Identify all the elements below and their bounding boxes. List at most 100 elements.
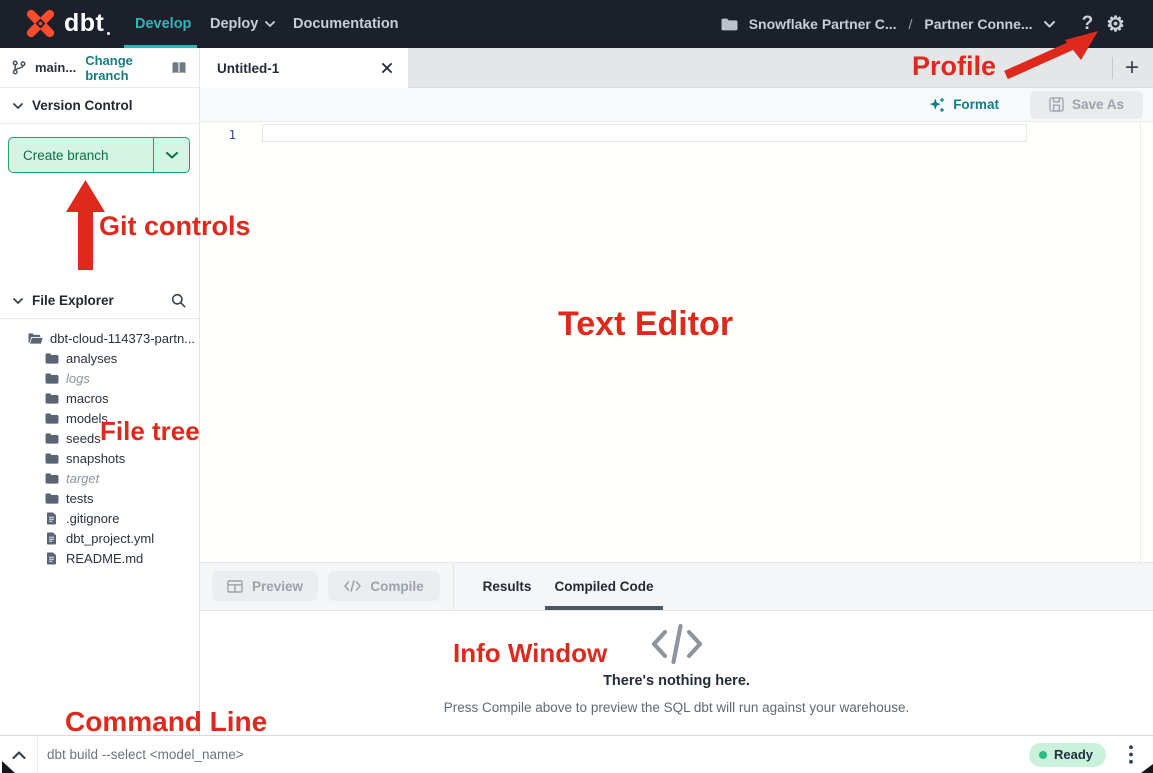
preview-label: Preview [252, 579, 303, 594]
tree-item-analyses[interactable]: analyses [0, 348, 198, 368]
tree-item-label: tests [66, 491, 93, 506]
help-icon[interactable]: ? [1082, 13, 1094, 35]
dbt-cloud-ide: dbt Develop Deploy Documentation Snowfla… [0, 0, 1153, 773]
floppy-icon [1049, 97, 1064, 112]
dbt-logo-icon [24, 7, 57, 40]
version-control-title: Version Control [32, 98, 133, 113]
table-icon [227, 580, 243, 593]
nav-right-group: Snowflake Partner C... / Partner Conne..… [721, 0, 1125, 48]
tab-title: Untitled-1 [217, 61, 279, 76]
active-line-highlight[interactable] [262, 124, 1027, 142]
current-branch-label: main... [35, 60, 76, 75]
folder-icon [721, 18, 738, 31]
results-panel-header: Preview Compile Results Compiled Code [200, 562, 1153, 611]
tree-item-logs[interactable]: logs [0, 368, 198, 388]
dbt-logo-trademark-dot [107, 32, 110, 35]
save-as-button[interactable]: Save As [1030, 91, 1143, 119]
tree-item-label: target [66, 471, 99, 486]
info-window: There's nothing here. Press Compile abov… [200, 611, 1153, 735]
chevron-down-icon [13, 298, 23, 304]
tree-item-dbt-cloud-114373-partn[interactable]: dbt-cloud-114373-partn... [0, 328, 198, 348]
command-line-bar: Ready [0, 735, 1153, 773]
nav-tab-documentation[interactable]: Documentation [293, 0, 399, 48]
tree-item-label: models [66, 411, 108, 426]
git-branch-icon [12, 60, 26, 75]
tab-compiled-code[interactable]: Compiled Code [545, 563, 663, 610]
file-icon [44, 552, 59, 565]
tab-results[interactable]: Results [473, 563, 541, 610]
breadcrumb-separator: / [908, 16, 914, 32]
tree-item-label: analyses [66, 351, 117, 366]
empty-state-subtitle: Press Compile above to preview the SQL d… [200, 700, 1153, 715]
folder-icon [44, 473, 59, 484]
editor-tab-bar: Untitled-1 + [200, 48, 1153, 88]
compile-label: Compile [370, 579, 423, 594]
folder-open-icon [28, 333, 43, 344]
code-icon [344, 580, 361, 592]
chevron-down-icon [13, 103, 23, 109]
tree-item-macros[interactable]: macros [0, 388, 198, 408]
command-input[interactable] [38, 736, 1029, 773]
format-button[interactable]: Format [929, 97, 999, 113]
tree-item-target[interactable]: target [0, 468, 198, 488]
breadcrumb-project[interactable]: Partner Conne... [924, 16, 1032, 32]
tree-item-dbt-project-yml[interactable]: dbt_project.yml [0, 528, 198, 548]
tree-item-snapshots[interactable]: snapshots [0, 448, 198, 468]
compile-button[interactable]: Compile [328, 571, 440, 601]
book-icon[interactable] [171, 61, 187, 75]
tree-item-label: dbt_project.yml [66, 531, 154, 546]
version-control-header[interactable]: Version Control [0, 88, 199, 124]
file-tree: dbt-cloud-114373-partn... analyses logs mac… [0, 328, 198, 568]
create-branch-button[interactable]: Create branch [8, 137, 190, 173]
nav-menu-deploy[interactable]: Deploy [210, 0, 275, 48]
tab-untitled-1[interactable]: Untitled-1 [200, 48, 408, 88]
dbt-logo-text: dbt [64, 9, 104, 38]
line-number: 1 [222, 127, 236, 142]
search-icon[interactable] [171, 293, 186, 308]
change-branch-link[interactable]: Change branch [85, 53, 162, 83]
code-icon [651, 623, 703, 670]
branch-row: main... Change branch [0, 48, 199, 88]
folder-icon [44, 373, 59, 384]
tabbar-divider [1112, 57, 1113, 79]
folder-icon [44, 453, 59, 464]
chevron-up-icon[interactable] [0, 736, 37, 773]
preview-button[interactable]: Preview [212, 571, 318, 601]
create-branch-label[interactable]: Create branch [9, 138, 153, 172]
tree-item-readme-md[interactable]: README.md [0, 548, 198, 568]
folder-icon [44, 493, 59, 504]
top-nav: dbt Develop Deploy Documentation Snowfla… [0, 0, 1153, 48]
save-as-label: Save As [1072, 97, 1124, 112]
folder-icon [44, 393, 59, 404]
panel-divider [453, 563, 454, 610]
sparkle-icon [929, 97, 945, 113]
tree-item-label: seeds [66, 431, 101, 446]
sidebar: main... Change branch Version Control Cr… [0, 48, 200, 735]
editor-right-gutter [1140, 122, 1141, 562]
chevron-down-icon[interactable] [1044, 21, 1055, 28]
folder-icon [44, 353, 59, 364]
file-icon [44, 532, 59, 545]
tree-item-gitignore[interactable]: .gitignore [0, 508, 198, 528]
text-editor[interactable]: 1 [200, 122, 1153, 562]
file-explorer-header[interactable]: File Explorer [0, 283, 199, 319]
gear-icon[interactable]: ⚙ [1106, 14, 1125, 35]
folder-icon [44, 433, 59, 444]
close-icon[interactable] [379, 60, 395, 76]
status-badge: Ready [1029, 743, 1106, 767]
new-tab-button[interactable]: + [1117, 48, 1147, 88]
breadcrumb-account[interactable]: Snowflake Partner C... [749, 16, 897, 32]
tree-item-label: .gitignore [66, 511, 119, 526]
tree-item-label: macros [66, 391, 109, 406]
chevron-down-icon [265, 21, 275, 27]
create-branch-dropdown[interactable] [153, 138, 189, 172]
file-explorer-title: File Explorer [32, 293, 114, 308]
tree-item-models[interactable]: models [0, 408, 198, 428]
tree-item-seeds[interactable]: seeds [0, 428, 198, 448]
kebab-menu-icon[interactable] [1118, 736, 1144, 773]
dbt-logo[interactable]: dbt [24, 7, 110, 40]
status-dot [1039, 751, 1047, 759]
tree-item-label: snapshots [66, 451, 125, 466]
nav-tab-develop[interactable]: Develop [135, 0, 191, 48]
tree-item-tests[interactable]: tests [0, 488, 198, 508]
